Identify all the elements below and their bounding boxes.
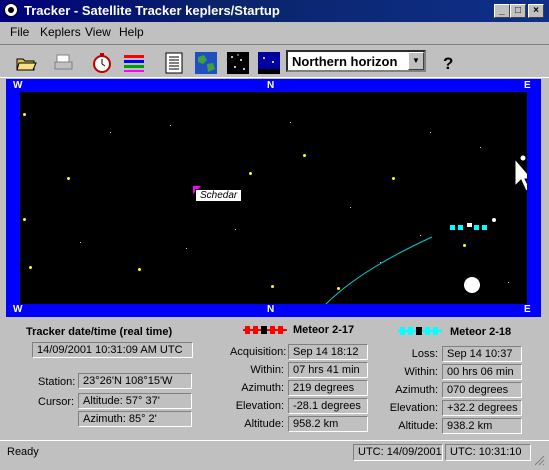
toolbar: ? [0,44,549,78]
title-bar: Tracker - Satellite Tracker keplers/Star… [0,0,549,22]
sat2-loss-field: Sep 14 10:37 [442,346,522,362]
tracker-heading: Tracker date/time (real time) [26,326,173,338]
horizon-view-icon[interactable] [257,51,281,75]
app-icon[interactable] [4,3,18,17]
view-select-value: Northern horizon [292,54,398,69]
satellite-icon[interactable] [450,223,494,236]
sat1-altitude-label: Altitude: [244,418,284,430]
sat2-azimuth-label: Azimuth: [395,384,438,396]
sat2-altitude-label: Altitude: [398,420,438,432]
compass-east-bottom: E [524,304,531,315]
sat1-elevation-label: Elevation: [235,400,284,412]
station-field: 23°26'N 108°15'W [78,373,192,389]
cursor-altitude-field: Altitude: 57° 37' [78,393,192,409]
earth-map-icon[interactable] [194,51,218,75]
sat2-azimuth-field: 070 degrees [442,382,522,398]
sat1-acquisition-label: Acquisition: [230,346,287,358]
window-title: Tracker - Satellite Tracker keplers/Star… [24,3,280,18]
menu-keplers[interactable]: Keplers [40,25,81,39]
sky-map[interactable]: Schedar [20,92,527,304]
compass-north-bottom: N [267,304,275,315]
sat2-elevation-field: +32.2 degrees [442,400,522,416]
stopwatch-icon[interactable] [90,51,114,75]
cursor-label: Cursor: [38,396,75,408]
sat2-loss-label: Loss: [411,348,438,360]
list-icon[interactable] [162,51,186,75]
close-button[interactable]: × [528,4,544,18]
sat1-elevation-field: -28.1 degrees [288,398,368,414]
menu-file[interactable]: File [10,25,29,39]
sat2-within-field: 00 hrs 06 min [442,364,522,380]
palette-icon[interactable] [122,51,146,75]
status-utc-date: UTC: 14/09/2001 [353,444,443,461]
help-icon[interactable]: ? [436,51,460,75]
open-folder-icon[interactable] [14,51,38,75]
sat2-name: Meteor 2-18 [450,326,512,338]
sat2-elevation-label: Elevation: [389,402,438,414]
status-ready: Ready [2,444,350,461]
minimize-button[interactable]: _ [494,4,510,18]
sat1-azimuth-label: Azimuth: [241,382,284,394]
compass-west-bottom: W [13,304,23,315]
sat1-altitude-field: 958.2 km [288,416,368,432]
menu-help[interactable]: Help [119,25,144,39]
satellite-track [325,155,526,304]
sat1-acquisition-field: Sep 14 18:12 [288,344,368,360]
star-field-icon[interactable] [226,51,250,75]
status-utc-time: UTC: 10:31:10 [445,444,531,461]
svg-text:?: ? [443,54,453,73]
cursor-azimuth-field: Azimuth: 85° 2' [78,411,192,427]
sat1-name: Meteor 2-17 [293,324,355,336]
resize-grip-icon[interactable] [533,454,545,466]
maximize-button[interactable]: □ [510,4,526,18]
chevron-down-icon[interactable]: ▼ [408,52,424,70]
tracker-datetime-field: 14/09/2001 10:31:09 AM UTC [32,342,193,358]
sky-view-frame: W N E W N E Schedar [6,79,541,317]
station-label: Station: [38,376,76,388]
compass-east-top: E [524,80,531,91]
view-select[interactable]: Northern horizon ▼ [286,50,426,72]
sat1-within-field: 07 hrs 41 min [288,362,368,378]
menu-view[interactable]: View [85,25,111,39]
sat1-within-label: Within: [250,364,284,376]
print-icon[interactable] [52,51,76,75]
status-separator [0,440,549,441]
menu-bar: File Keplers View Help [0,22,549,42]
sat2-within-label: Within: [404,366,438,378]
compass-north-top: N [267,80,275,91]
sat1-legend-icon [243,324,287,339]
sat2-altitude-field: 938.2 km [442,418,522,434]
sat2-legend-icon [398,325,442,340]
compass-west-top: W [13,80,23,91]
sat1-azimuth-field: 219 degrees [288,380,368,396]
mouse-cursor-icon [514,158,527,192]
